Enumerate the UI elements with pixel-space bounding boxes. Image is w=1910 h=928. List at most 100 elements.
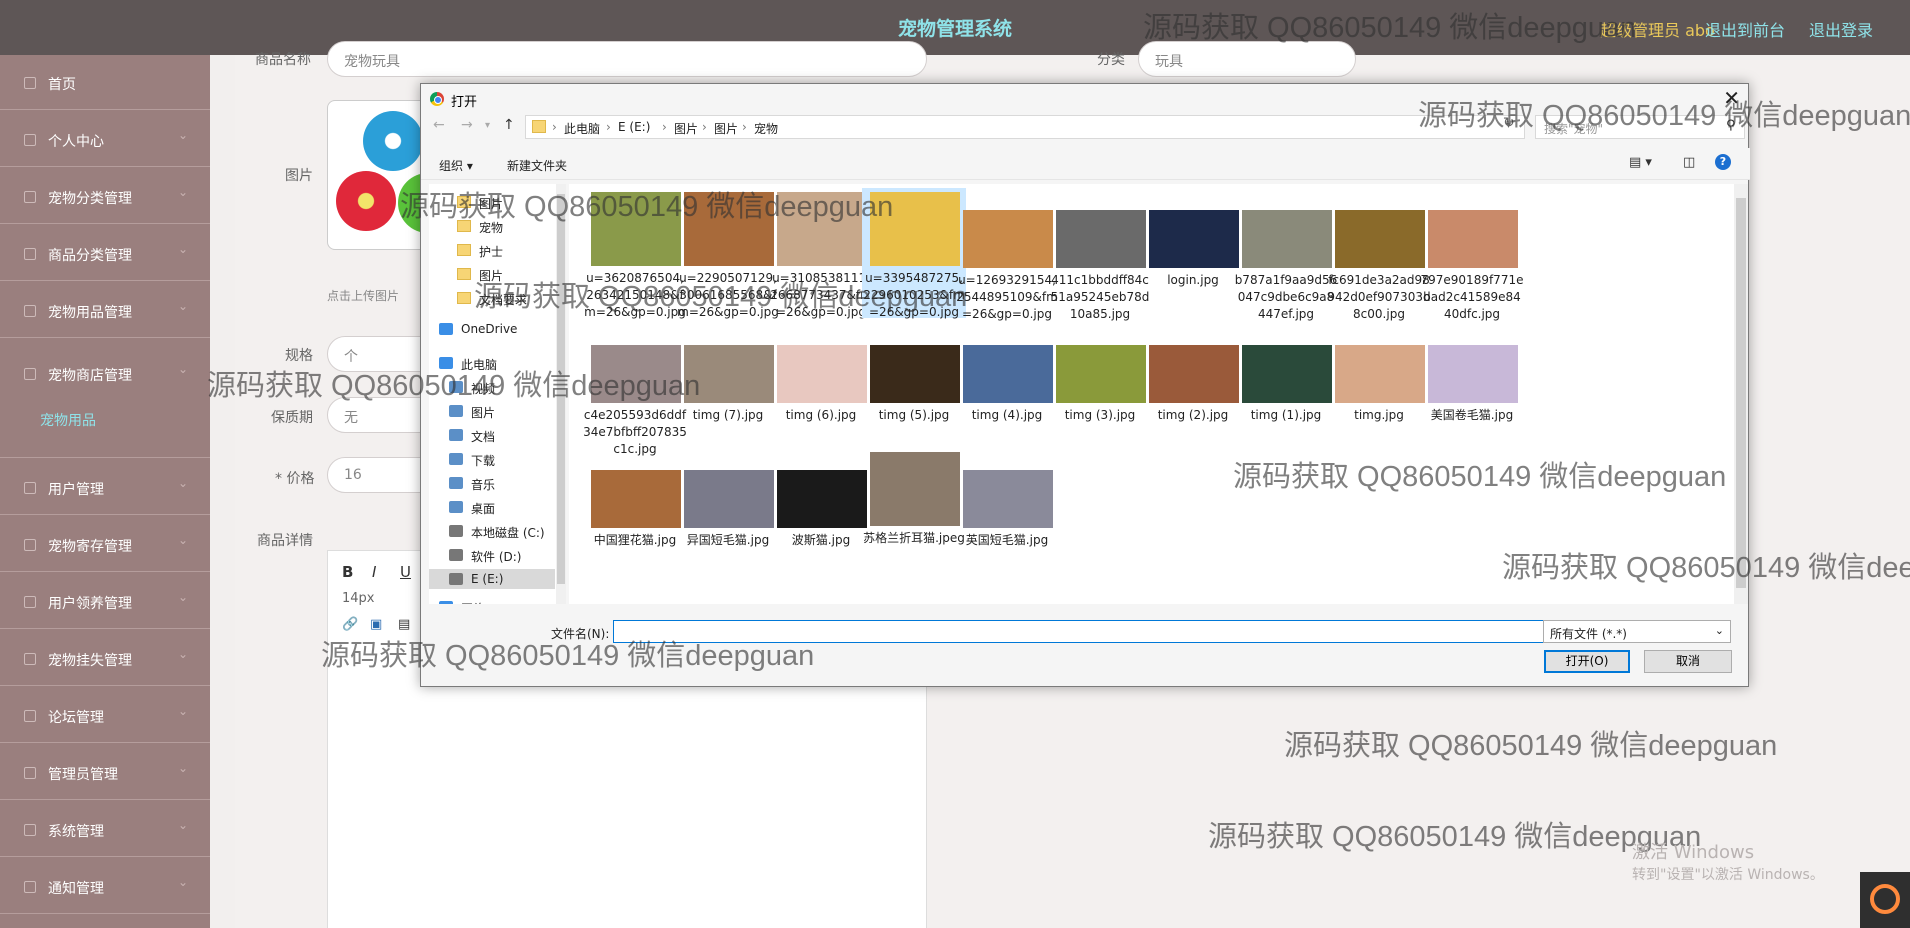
breadcrumb-pictures[interactable]: 图片 — [674, 120, 698, 137]
file-item[interactable]: b787a1f9aa9d56047c9dbe6c9a8447ef.jpg — [1234, 188, 1338, 321]
back-to-frontend-link[interactable]: 退出到前台 — [1705, 17, 1785, 41]
nav-item[interactable]: 文档 — [429, 425, 555, 445]
nav-item[interactable]: 下载 — [429, 449, 555, 469]
file-item[interactable]: 美国卷毛猫.jpg — [1420, 323, 1524, 433]
file-item[interactable]: 苏格兰折耳猫.jpeg — [862, 448, 966, 558]
preview-pane-icon[interactable]: ◫ — [1683, 155, 1695, 170]
sidebar-item[interactable]: 用户管理 ⌄ — [0, 460, 210, 515]
menu-icon — [24, 305, 36, 317]
sidebar-item[interactable]: 用户领养管理 ⌄ — [0, 574, 210, 629]
address-bar[interactable]: › 此电脑 › E (E:) › 图片 › 图片 › 宠物 ▾ — [525, 115, 1525, 139]
open-button[interactable]: 打开(O) — [1544, 650, 1630, 673]
file-thumbnail — [1335, 345, 1425, 403]
chevron-down-icon: ⌄ — [1714, 624, 1724, 637]
nav-item[interactable]: 图片 — [429, 401, 555, 421]
name-label: 商品名称 — [255, 52, 311, 68]
file-item[interactable]: 波斯猫.jpg — [769, 448, 873, 558]
net-icon — [439, 601, 453, 604]
back-arrow-icon[interactable]: ← — [433, 117, 445, 133]
sidebar-item[interactable]: 商品分类管理 ⌄ — [0, 226, 210, 281]
italic-button[interactable]: I — [372, 563, 376, 581]
nav-item[interactable]: 音乐 — [429, 473, 555, 493]
file-item[interactable]: fc691de3a2ad98942d0ef907303d8c00.jpg — [1327, 188, 1431, 321]
file-item[interactable]: timg.jpg — [1327, 323, 1431, 433]
sidebar-item-label: 用户管理 — [48, 482, 104, 498]
chevron-down-icon: ⌄ — [177, 533, 188, 547]
sidebar-item[interactable]: 系统管理 ⌄ — [0, 802, 210, 857]
underline-button[interactable]: U — [400, 563, 411, 581]
sidebar-item[interactable]: 个人中心 ⌄ — [0, 112, 210, 167]
view-options-icon[interactable]: ▤ ▾ — [1629, 155, 1652, 170]
file-item[interactable]: u=1269329154,2544895109&fm=26&gp=0.jpg — [955, 188, 1059, 321]
forward-arrow-icon[interactable]: → — [461, 117, 473, 133]
breadcrumb-this-pc[interactable]: 此电脑 — [564, 120, 600, 137]
chevron-down-icon: ⌄ — [177, 590, 188, 604]
nav-item[interactable]: 软件 (D:) — [429, 545, 555, 565]
red-ball-image — [336, 171, 396, 231]
breadcrumb-drive-e[interactable]: E (E:) — [618, 120, 650, 134]
sidebar-item[interactable]: 宠物用品管理 ⌄ — [0, 283, 210, 338]
breadcrumb-sep-icon: › — [702, 120, 707, 134]
file-name: 英国短毛猫.jpg — [965, 533, 1049, 547]
file-item[interactable]: 411c1bbddff84c51a95245eb78d10a85.jpg — [1048, 188, 1152, 321]
sidebar-item[interactable]: 宠物寄存管理 ⌄ — [0, 517, 210, 572]
image-icon[interactable]: ▣ — [370, 617, 382, 632]
sidebar-item[interactable]: 论坛管理 ⌄ — [0, 688, 210, 743]
sidebar-item[interactable]: 宠物分类管理 ⌄ — [0, 169, 210, 224]
breadcrumb-pictures-2[interactable]: 图片 — [714, 120, 738, 137]
name-input[interactable]: 宠物玩具 — [327, 41, 927, 77]
help-icon[interactable]: ? — [1715, 154, 1731, 170]
file-thumbnail — [1149, 345, 1239, 403]
up-arrow-icon[interactable]: ↑ — [503, 117, 515, 133]
logout-link[interactable]: 退出登录 — [1809, 17, 1873, 41]
file-thumbnail — [1056, 210, 1146, 268]
sidebar-item[interactable]: 通知管理 ⌄ — [0, 859, 210, 914]
sidebar-item[interactable]: 管理员管理 ⌄ — [0, 745, 210, 800]
sidebar: 首页个人中心⌄宠物分类管理⌄商品分类管理⌄宠物用品管理⌄宠物商店管理⌄宠物领养管… — [0, 55, 210, 928]
recent-chevron-icon[interactable]: ▾ — [485, 120, 490, 131]
file-item[interactable]: 英国短毛猫.jpg — [955, 448, 1059, 558]
organize-button[interactable]: 组织 ▾ — [439, 157, 473, 174]
nav-item[interactable]: 本地磁盘 (C:) — [429, 521, 555, 541]
drive-icon — [449, 573, 463, 585]
sidebar-item-label: 通知管理 — [48, 881, 104, 897]
file-type-select[interactable]: 所有文件 (*.*) ⌄ — [1543, 620, 1731, 643]
file-grid-scrollbar[interactable] — [1734, 184, 1748, 604]
file-thumbnail — [963, 345, 1053, 403]
bold-button[interactable]: B — [342, 563, 353, 581]
file-item[interactable]: login.jpg — [1141, 188, 1245, 318]
gear-icon[interactable] — [1860, 872, 1910, 928]
sidebar-item[interactable]: 宠物挂失管理 ⌄ — [0, 631, 210, 686]
nav-item[interactable]: 网络 — [429, 597, 555, 604]
font-size-select[interactable]: 14px — [342, 591, 375, 606]
file-item[interactable]: 中国狸花猫.jpg — [583, 448, 687, 558]
nav-item-label: 文档 — [471, 430, 496, 444]
category-select[interactable]: 玩具 — [1138, 41, 1356, 77]
file-item[interactable]: timg (4).jpg — [955, 323, 1059, 433]
file-item[interactable]: timg (5).jpg — [862, 323, 966, 433]
cancel-button[interactable]: 取消 — [1644, 650, 1732, 673]
file-item[interactable]: timg (1).jpg — [1234, 323, 1338, 433]
file-name: timg (5).jpg — [878, 408, 950, 422]
nav-item[interactable]: OneDrive — [429, 319, 555, 339]
sidebar-subitem-pet-supplies[interactable]: 宠物用品 — [0, 392, 210, 444]
nav-item[interactable]: 护士 — [429, 240, 555, 260]
dialog-title: 打开 — [451, 95, 478, 110]
lib-icon — [449, 501, 463, 513]
sidebar-item[interactable]: 首页 — [0, 55, 210, 110]
file-item[interactable]: timg (6).jpg — [769, 323, 873, 433]
file-thumbnail — [1242, 210, 1332, 268]
file-item[interactable]: 797e90189f771ebad2c41589e8440dfc.jpg — [1420, 188, 1524, 321]
file-name: u=1269329154,2544895109&fm=26&gp=0.jpg — [956, 273, 1058, 321]
file-item[interactable]: 异国短毛猫.jpg — [676, 448, 780, 558]
breadcrumb-pets[interactable]: 宠物 — [754, 120, 778, 137]
nav-item[interactable]: 桌面 — [429, 497, 555, 517]
file-item[interactable]: timg (2).jpg — [1141, 323, 1245, 433]
file-thumbnail — [591, 470, 681, 528]
file-item[interactable]: timg (3).jpg — [1048, 323, 1152, 433]
new-folder-button[interactable]: 新建文件夹 — [507, 157, 567, 174]
nav-item[interactable]: E (E:) — [429, 569, 555, 589]
save-icon[interactable]: ▤ — [398, 617, 410, 632]
link-icon[interactable]: 🔗 — [342, 617, 358, 632]
menu-icon — [24, 539, 36, 551]
